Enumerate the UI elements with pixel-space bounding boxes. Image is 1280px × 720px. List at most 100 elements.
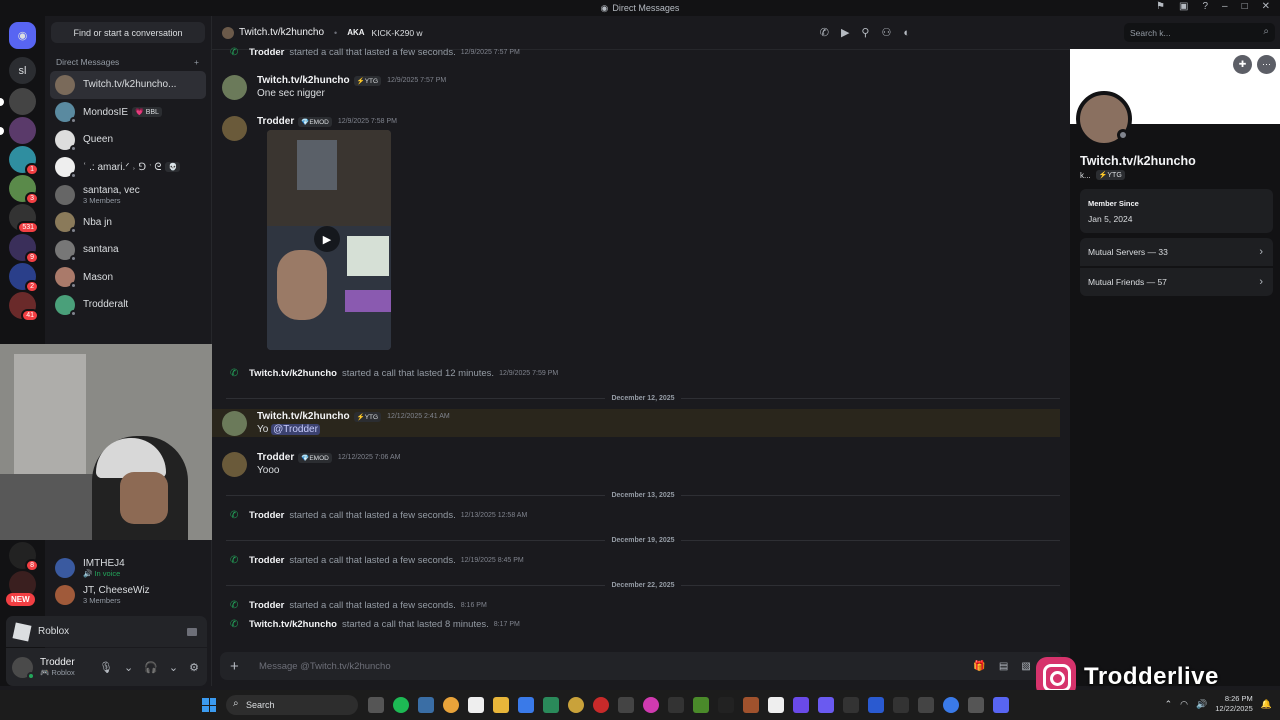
mutual-friends-row[interactable]: Mutual Friends — 57 › [1080, 268, 1273, 296]
close-button[interactable]: ✕ [1262, 1, 1270, 12]
server-icon[interactable]: 2 [9, 263, 39, 293]
clock[interactable]: 8:26 PM 12/22/2025 [1215, 694, 1253, 714]
server-icon[interactable]: 8 [9, 542, 39, 572]
volume-icon[interactable]: 🔊 [1196, 699, 1207, 710]
dm-item[interactable]: Mason [50, 264, 206, 292]
pin-icon[interactable]: ⚲ [861, 26, 869, 39]
app-icon[interactable] [718, 697, 734, 713]
server-icon[interactable] [0, 117, 36, 144]
dm-item[interactable]: JT, CheeseWiz 3 Members [50, 582, 207, 610]
search-input[interactable]: Search k... ⌕ [1124, 23, 1275, 42]
dm-item[interactable]: ʿ .: amari.ᐟ ˒ ⅁ ˑ ᘓ 💀 [50, 154, 206, 182]
avatar[interactable] [222, 75, 247, 100]
server-icon[interactable]: 41 [9, 292, 39, 322]
spotify-icon[interactable] [393, 697, 409, 713]
chevron-up-icon[interactable]: ⌃ [1165, 699, 1173, 710]
window-titlebar: ◉ Direct Messages ⚑ ▣ ? – □ ✕ [0, 0, 1280, 16]
screen-share-icon[interactable]: ▣ [1179, 1, 1188, 12]
message-composer[interactable]: + Message @Twitch.tv/k2huncho 🎁 ▤ ▧ ☺ [220, 652, 1062, 680]
maximize-button[interactable]: □ [1242, 1, 1248, 12]
dm-item[interactable]: Queen [50, 126, 206, 154]
dm-list-lower: IMTHEJ4 🔊 In voice JT, CheeseWiz 3 Members [45, 554, 212, 609]
voice-call-icon[interactable]: ✆ [820, 26, 829, 39]
user-profile-icon[interactable]: ◐ [903, 27, 910, 39]
server-icon[interactable]: 9 [9, 234, 39, 264]
app-icon[interactable] [568, 697, 584, 713]
avatar[interactable] [222, 452, 247, 477]
activity-panel[interactable]: Roblox [6, 616, 207, 647]
app-icon[interactable] [593, 697, 609, 713]
find-conversation-button[interactable]: Find or start a conversation [51, 22, 205, 43]
app-icon[interactable] [768, 697, 784, 713]
app-icon[interactable] [743, 697, 759, 713]
gift-icon[interactable]: 🎁 [973, 661, 985, 672]
chevron-down-icon[interactable]: ⌄ [124, 661, 133, 674]
app-icon[interactable] [818, 697, 834, 713]
app-icon[interactable] [468, 697, 484, 713]
app-icon[interactable] [868, 697, 884, 713]
app-icon[interactable] [518, 697, 534, 713]
call-event: ✆ Twitch.tv/k2huncho started a call that… [230, 368, 559, 379]
app-icon[interactable] [943, 697, 959, 713]
app-icon[interactable] [543, 697, 559, 713]
user-mention[interactable]: @Trodder [271, 424, 320, 435]
windows-start-icon[interactable] [202, 698, 216, 712]
video-call-icon[interactable]: ▶ [841, 26, 849, 39]
taskbar-search[interactable]: ⌕ Search [226, 695, 358, 715]
chrome-icon[interactable] [443, 697, 459, 713]
dm-item[interactable]: santana [50, 236, 206, 264]
wifi-icon[interactable]: ◠ [1180, 699, 1188, 710]
microphone-icon[interactable]: 🎙 [99, 661, 113, 674]
app-icon[interactable] [418, 697, 434, 713]
headphones-icon[interactable]: 🎧 [144, 661, 158, 674]
dm-item[interactable]: Twitch.tv/k2huncho... [50, 71, 206, 99]
app-icon[interactable] [893, 697, 909, 713]
message-input[interactable]: Message @Twitch.tv/k2huncho [259, 661, 391, 672]
server-icon[interactable]: sl [9, 57, 36, 84]
server-icon[interactable]: 531 [9, 204, 39, 234]
folder-icon[interactable] [493, 697, 509, 713]
app-icon[interactable] [793, 697, 809, 713]
server-icon[interactable] [0, 88, 36, 115]
add-friend-icon[interactable]: ✚ [1233, 55, 1252, 74]
app-icon[interactable] [968, 697, 984, 713]
minimize-button[interactable]: – [1222, 1, 1228, 12]
mutual-servers-row[interactable]: Mutual Servers — 33 › [1080, 238, 1273, 266]
add-attachment-icon[interactable]: + [230, 658, 248, 675]
app-icon[interactable] [668, 697, 684, 713]
help-icon[interactable]: ? [1202, 1, 1208, 12]
avatar[interactable] [222, 411, 247, 436]
inbox-icon[interactable]: ⚑ [1156, 1, 1165, 12]
discord-taskbar-icon[interactable] [993, 697, 1009, 713]
play-icon[interactable]: ▶ [314, 226, 340, 252]
home-button[interactable]: ◉ [9, 22, 36, 49]
minecraft-icon[interactable] [693, 697, 709, 713]
notification-bell-icon[interactable]: 🔔 [1261, 699, 1272, 710]
chevron-down-icon[interactable]: ⌄ [169, 661, 178, 674]
more-options-icon[interactable]: ⋯ [1257, 55, 1276, 74]
add-friends-icon[interactable]: ⚇ [881, 26, 891, 39]
dm-item[interactable]: MondosIE 💗 BBL [50, 99, 206, 127]
app-icon[interactable] [618, 697, 634, 713]
avatar[interactable] [222, 116, 247, 141]
server-icon[interactable]: 3 [9, 175, 39, 205]
app-icon[interactable] [643, 697, 659, 713]
server-icon[interactable]: 1 [9, 146, 39, 176]
chevron-right-icon: › [1259, 276, 1263, 288]
app-icon[interactable] [918, 697, 934, 713]
video-attachment[interactable]: ▶ [267, 130, 391, 350]
dm-item[interactable]: santana, vec 3 Members [50, 181, 206, 209]
avatar[interactable] [12, 656, 35, 680]
app-icon[interactable] [843, 697, 859, 713]
app-icon[interactable] [368, 697, 384, 713]
gear-icon[interactable]: ⚙ [189, 661, 199, 674]
profile-avatar[interactable] [1076, 91, 1132, 147]
dm-item[interactable]: Nba jn [50, 209, 206, 237]
gif-icon[interactable]: ▤ [999, 661, 1008, 672]
sticker-icon[interactable]: ▧ [1021, 661, 1030, 672]
stream-icon[interactable] [187, 627, 197, 636]
dm-item[interactable]: Trodderalt [50, 291, 206, 319]
add-dm-icon[interactable]: + [194, 57, 199, 67]
dm-item[interactable]: IMTHEJ4 🔊 In voice [50, 554, 207, 582]
chevron-right-icon: › [1259, 246, 1263, 258]
